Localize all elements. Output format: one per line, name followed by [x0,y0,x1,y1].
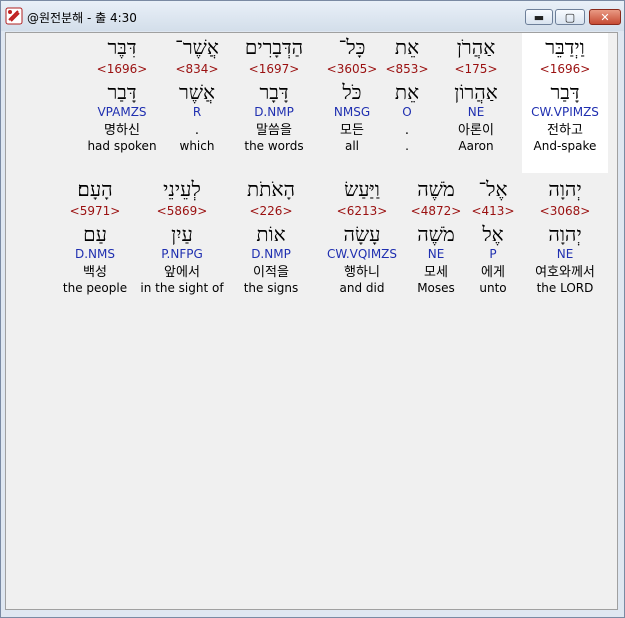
english-gloss: Moses [417,281,455,295]
korean-gloss: 이적을 [253,265,289,280]
word-analysis-panel: וַיְדַבֵּר <1696> דָּבַר CW.VPIMZS 전하고 A… [5,32,618,610]
title-bar[interactable]: @원전분해 - 출 4:30 ▬ ▢ ✕ [1,1,624,31]
strong-number[interactable]: <4872> [393,203,479,219]
english-gloss: had spoken [87,139,157,153]
korean-gloss: 명하신 [104,123,140,138]
korean-gloss: 말씀을 [256,123,292,138]
parse-code: D.NMP [254,105,294,119]
app-window: @원전분해 - 출 4:30 ▬ ▢ ✕ וַיְדַבֵּר <1696> ד… [0,0,625,618]
strong-number[interactable]: <226> [228,203,314,219]
hebrew-word: לְעֵינֵי [163,177,201,201]
english-gloss: and did [339,281,385,295]
parse-code: R [192,105,202,119]
word-cell[interactable]: וַיְדַבֵּר <1696> דָּבַר CW.VPIMZS 전하고 A… [522,33,608,173]
window-bottom-border [1,610,624,617]
strong-number[interactable]: <1697> [231,61,317,77]
parse-code: CW.VQIMZS [326,247,398,261]
app-logo-icon [5,7,23,25]
korean-gloss: 전하고 [547,123,583,138]
hebrew-lemma: עַם [83,222,107,246]
hebrew-lemma: דָּבַר [107,80,137,104]
word-cell[interactable]: הָאֹתֹת <226> אוֹת D.NMP 이적을 the signs [228,175,314,298]
hebrew-lemma: אֲשֶׁר [179,80,215,104]
strong-number[interactable]: <1696> [79,61,165,77]
parse-code: P.NFPG [161,247,203,261]
minimize-icon: ▬ [533,10,545,24]
parse-code: D.NMP [251,247,291,261]
hebrew-lemma: דָּבָר [259,80,289,104]
parse-code: CW.VPIMZS [531,105,599,119]
strong-number[interactable]: <6213> [319,203,405,219]
strong-number[interactable]: <3605> [309,61,395,77]
english-gloss: in the sight of [140,281,224,295]
english-gloss: the signs [243,281,299,295]
hebrew-word: אֲשֶׁר־ [175,35,219,59]
hebrew-lemma: עַיִן [171,222,193,246]
korean-gloss: 행하니 [344,265,380,280]
korean-gloss: 앞에서 [164,265,200,280]
hebrew-word: הַדְּבָרִים [244,35,304,59]
hebrew-lemma: אוֹת [256,222,286,246]
word-cell[interactable]: מֹשֶׁה <4872> מֹשֶׁה NE 모세 Moses [393,175,479,298]
maximize-icon: ▢ [564,10,576,24]
close-icon: ✕ [600,10,610,24]
hebrew-lemma: עָשָׂה [343,222,381,246]
hebrew-word: הָאֹתֹת [247,177,295,201]
hebrew-word: כָּל־ [338,35,366,59]
close-button[interactable]: ✕ [589,9,621,25]
strong-number[interactable]: <834> [154,61,240,77]
hebrew-lemma: דָּבַר [550,80,580,104]
english-gloss: the people [62,281,128,295]
strong-number[interactable]: <5971> [52,203,138,219]
word-cell[interactable]: אֲשֶׁר־ <834> אֲשֶׁר R . which [154,33,240,156]
korean-gloss: . [194,123,200,138]
korean-gloss: 모든 [340,123,364,138]
english-gloss: the words [244,139,304,153]
strong-number[interactable]: <5869> [136,203,228,219]
parse-code: NE [427,247,445,261]
english-gloss: all [344,139,360,153]
parse-code: NMSG [333,105,371,119]
word-cell[interactable]: הַדְּבָרִים <1697> דָּבָר D.NMP 말씀을 the … [231,33,317,156]
strong-number[interactable]: <1696> [522,61,608,77]
hebrew-lemma: מֹשֶׁה [417,222,455,246]
maximize-button[interactable]: ▢ [555,9,585,25]
parse-code: D.NMS [74,247,115,261]
minimize-button[interactable]: ▬ [525,9,553,25]
english-gloss: And-spake [533,139,597,153]
word-cell[interactable]: דִּבֶּר <1696> דָּבַר VPAMZS 명하신 had spo… [79,33,165,156]
hebrew-lemma: כֹּל [342,80,362,104]
window-title: @원전분해 - 출 4:30 [27,11,137,25]
hebrew-word: וַיַּעַשׂ [344,177,380,201]
korean-gloss: 모세 [424,265,448,280]
hebrew-word: מֹשֶׁה [417,177,455,201]
word-cell[interactable]: הָעָם׃ <5971> עַם D.NMS 백성 the people [52,175,138,298]
hebrew-word: דִּבֶּר [107,35,137,59]
word-cell[interactable]: לְעֵינֵי <5869> עַיִן P.NFPG 앞에서 in the … [136,175,228,298]
word-cell[interactable]: כָּל־ <3605> כֹּל NMSG 모든 all [309,33,395,156]
korean-gloss: 백성 [83,265,107,280]
hebrew-word: וַיְדַבֵּר [545,35,585,59]
english-gloss: which [179,139,215,153]
hebrew-word: הָעָם׃ [77,177,113,201]
word-cell[interactable]: וַיַּעַשׂ <6213> עָשָׂה CW.VQIMZS 행하니 an… [319,175,405,298]
parse-code: VPAMZS [97,105,147,119]
